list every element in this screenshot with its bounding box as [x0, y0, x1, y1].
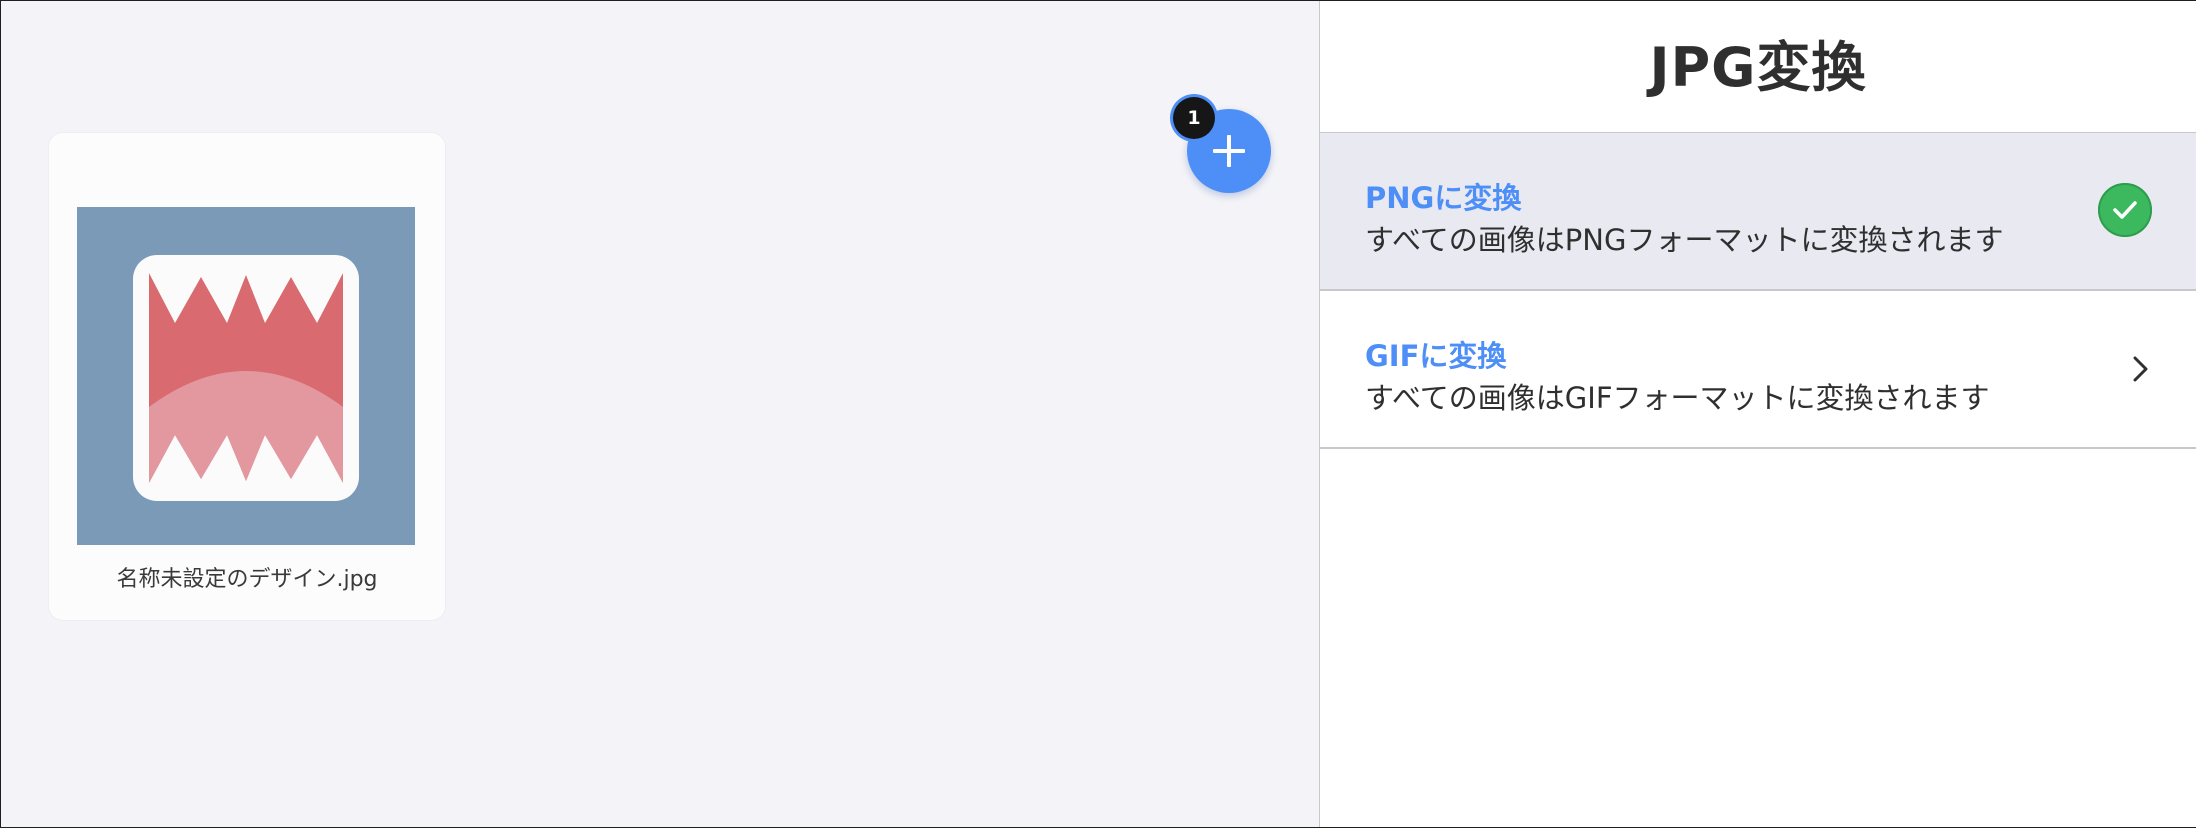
- conversion-panel: JPG変換 PNGに変換 すべての画像はPNGフォーマットに変換されます GIF…: [1319, 1, 2196, 827]
- panel-title: JPG変換: [1649, 36, 1867, 99]
- option-convert-png[interactable]: PNGに変換 すべての画像はPNGフォーマットに変換されます: [1320, 133, 2196, 291]
- option-description: すべての画像はPNGフォーマットに変換されます: [1365, 223, 2004, 257]
- option-title: GIFに変換: [1365, 339, 1507, 373]
- option-description: すべての画像はGIFフォーマットに変換されます: [1365, 381, 1990, 415]
- check-circle-icon: [2098, 183, 2152, 237]
- plus-icon: [1213, 135, 1245, 167]
- file-thumbnail: [77, 207, 415, 545]
- shark-mouth-image: [77, 207, 415, 545]
- file-name: 名称未設定のデザイン.jpg: [116, 567, 378, 592]
- file-workspace: 名称未設定のデザイン.jpg 1: [1, 1, 1319, 827]
- file-count-badge: 1: [1173, 97, 1215, 139]
- option-convert-gif[interactable]: GIFに変換 すべての画像はGIFフォーマットに変換されます: [1320, 291, 2196, 449]
- file-card[interactable]: 名称未設定のデザイン.jpg: [49, 133, 445, 620]
- panel-header: JPG変換: [1320, 1, 2196, 133]
- chevron-right-icon: [2133, 356, 2148, 382]
- option-title: PNGに変換: [1365, 181, 1522, 215]
- app-window: 名称未設定のデザイン.jpg 1 JPG変換 PNGに変換 すべての画像はPNG…: [0, 0, 2196, 828]
